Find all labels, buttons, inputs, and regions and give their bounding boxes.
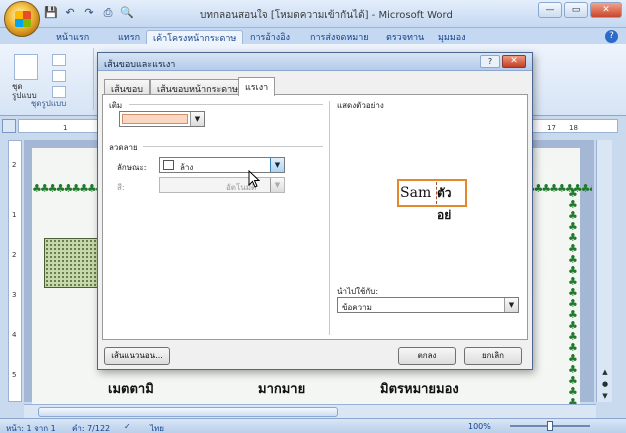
tab-borders[interactable]: เส้นขอบ — [104, 79, 150, 95]
zoom-slider-knob[interactable] — [547, 421, 553, 431]
ribbon-tabs: หน้าแรก แทรก เค้าโครงหน้ากระดาษ การอ้างอ… — [0, 28, 626, 44]
ruler-tick: 2 — [12, 161, 17, 169]
office-button[interactable] — [4, 1, 40, 37]
tab-selector[interactable] — [2, 119, 16, 133]
ruler-tick: 18 — [569, 124, 578, 132]
divider — [129, 104, 323, 105]
proofing-icon[interactable]: ✓ — [124, 422, 131, 431]
cancel-button[interactable]: ยกเลิก — [464, 347, 522, 365]
horizontal-line-button[interactable]: เส้นแนวนอน... — [104, 347, 170, 365]
ruler-tick: 5 — [12, 371, 17, 379]
help-icon[interactable]: ? — [605, 30, 618, 43]
language-indicator[interactable]: ไทย — [150, 422, 164, 433]
ruler-tick: 4 — [12, 331, 17, 339]
quick-access-toolbar: 💾 ↶ ↷ ⎙ 🔍 — [44, 6, 134, 20]
dialog-title-bar[interactable]: เส้นขอบและแรเงา ? ✕ — [98, 53, 532, 71]
word-count[interactable]: คำ: 7/122 — [72, 422, 110, 433]
horizontal-scroll-thumb[interactable] — [38, 407, 338, 417]
pattern-color-label: สี: — [117, 183, 125, 192]
divider — [329, 101, 330, 335]
preview-label: แสดงตัวอย่าง — [337, 101, 384, 110]
pattern-section-label: ลวดลาย — [109, 143, 138, 152]
tab-home[interactable]: หน้าแรก — [56, 30, 89, 44]
tab-review[interactable]: ตรวจทาน — [386, 30, 424, 44]
redo-icon[interactable]: ↷ — [82, 6, 96, 20]
theme-colors-button[interactable] — [52, 54, 66, 66]
page-border-trees-right: ♣ ♣ ♣ ♣ ♣ ♣ ♣ ♣ ♣ ♣ ♣ ♣ ♣ ♣ ♣ ♣ ♣ ♣ ♣ ♣ — [568, 188, 578, 409]
tab-mailings[interactable]: การส่งจดหมาย — [310, 30, 369, 44]
apply-to-dropdown[interactable]: ข้อความ ▼ — [337, 297, 519, 313]
tab-insert[interactable]: แทรก — [118, 30, 140, 44]
ruler-tick: 3 — [12, 291, 17, 299]
tab-page-border[interactable]: เส้นขอบหน้ากระดาษ — [150, 79, 246, 95]
undo-icon[interactable]: ↶ — [63, 6, 77, 20]
print-preview-icon[interactable]: 🔍 — [120, 6, 134, 20]
fill-color-dropdown[interactable]: ▼ — [119, 111, 205, 127]
tab-page-layout[interactable]: เค้าโครงหน้ากระดาษ — [146, 30, 244, 44]
title-bar: 💾 ↶ ↷ ⎙ 🔍 บทกลอนสอนใจ [โหมดความเข้ากันได… — [0, 0, 626, 37]
horizontal-scrollbar[interactable] — [24, 404, 596, 418]
theme-group: ชุด รูปแบบ ชุดรูปแบบ — [4, 48, 94, 110]
office-logo-icon — [15, 11, 31, 27]
page-border-trees-top-left: ♣♣♣♣♣♣♣♣♣♣ — [32, 182, 102, 194]
maximize-button[interactable]: ▭ — [564, 2, 588, 18]
dialog-close-button[interactable]: ✕ — [502, 55, 526, 68]
ruler-tick: 1 — [12, 211, 17, 219]
status-bar: หน้า: 1 จาก 1 คำ: 7/122 ✓ ไทย 100% — [0, 418, 626, 433]
minimize-button[interactable]: — — [538, 2, 562, 18]
tab-shading[interactable]: แรเงา — [238, 77, 276, 96]
chevron-down-icon[interactable]: ▼ — [270, 158, 284, 172]
vertical-ruler[interactable]: 2 1 2 3 4 5 — [8, 140, 22, 402]
vertical-scrollbar[interactable]: ▲ ● ▼ — [596, 140, 612, 402]
group-label-theme: ชุดรูปแบบ — [30, 99, 67, 108]
chevron-down-icon: ▼ — [270, 178, 284, 192]
borders-and-shading-dialog: เส้นขอบและแรเงา ? ✕ เส้นขอบ เส้นขอบหน้าก… — [97, 52, 533, 370]
window-controls: — ▭ ✕ — [538, 2, 622, 18]
tab-references[interactable]: การอ้างอิง — [250, 30, 290, 44]
zoom-level[interactable]: 100% — [468, 422, 491, 431]
ruler-tick: 1 — [63, 124, 68, 132]
pattern-color-dropdown[interactable]: อัตโนมัติ ▼ — [159, 177, 285, 193]
dialog-help-button[interactable]: ? — [480, 55, 500, 68]
page-count[interactable]: หน้า: 1 จาก 1 — [6, 422, 56, 433]
preview-text: Sam — [400, 185, 432, 201]
ok-button[interactable]: ตกลง — [398, 347, 456, 365]
style-label: ลักษณะ: — [117, 163, 147, 172]
next-page-icon[interactable]: ▼ — [599, 390, 611, 402]
pattern-style-value: ล้าง — [180, 163, 194, 172]
tab-view[interactable]: มุมมอง — [438, 30, 466, 44]
window-title: บทกลอนสอนใจ [โหมดความเข้ากันได้] - Micro… — [200, 10, 453, 21]
browse-object-icon[interactable]: ● — [599, 378, 611, 390]
shading-preview: Sam ตัวอย่ — [397, 179, 467, 222]
pattern-style-dropdown[interactable]: ล้าง ▼ — [159, 157, 285, 173]
chevron-down-icon[interactable]: ▼ — [504, 298, 518, 312]
ruler-tick: 2 — [12, 251, 17, 259]
fill-color-swatch — [122, 114, 188, 124]
dialog-title: เส้นขอบและแรเงา — [104, 60, 176, 70]
close-button[interactable]: ✕ — [590, 2, 622, 18]
apply-to-value: ข้อความ — [342, 303, 372, 312]
ruler-tick: 17 — [547, 124, 556, 132]
themes-button[interactable] — [14, 54, 38, 80]
pattern-swatch — [163, 160, 174, 170]
save-icon[interactable]: 💾 — [44, 6, 58, 20]
document-text: มากมาย — [258, 382, 306, 397]
shading-tab-panel: เติม ▼ ลวดลาย ลักษณะ: ล้าง ▼ สี: อัตโนมั… — [102, 94, 528, 340]
prev-page-icon[interactable]: ▲ — [599, 366, 611, 378]
print-icon[interactable]: ⎙ — [101, 6, 115, 20]
theme-fonts-button[interactable] — [52, 70, 66, 82]
divider — [143, 146, 323, 147]
document-text: เมตตามิ — [108, 382, 154, 397]
chevron-down-icon[interactable]: ▼ — [190, 112, 204, 126]
preview-text-thai: ตัวอย่ — [436, 182, 465, 222]
document-text: มิตรหมายมอง — [380, 382, 459, 397]
